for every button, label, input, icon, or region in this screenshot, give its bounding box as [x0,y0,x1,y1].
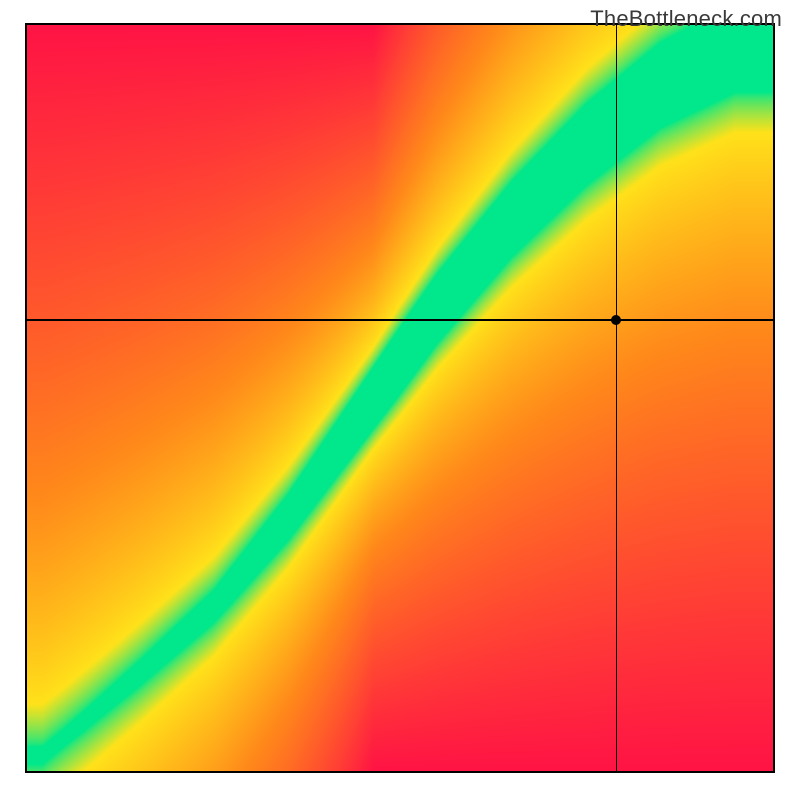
heatmap-canvas [27,25,773,771]
plot-area [25,23,775,773]
chart-container: TheBottleneck.com [0,0,800,800]
crosshair-vertical [616,25,618,771]
crosshair-dot [611,315,621,325]
crosshair-horizontal [27,319,773,321]
watermark-text: TheBottleneck.com [590,6,782,32]
